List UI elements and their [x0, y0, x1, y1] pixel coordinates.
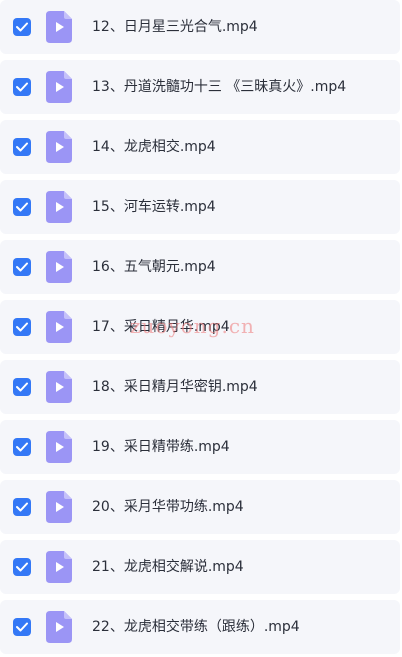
- file-row[interactable]: 19、采日精带练.mp4: [0, 420, 400, 474]
- file-name: 17、采日精月华.mp4: [92, 319, 230, 335]
- file-list: 12、日月星三光合气.mp4 13、丹道洗髓功十三 《三昧真火》.mp4 14、…: [0, 0, 402, 657]
- file-row[interactable]: 17、采日精月华.mp4: [0, 300, 400, 354]
- file-name: 21、龙虎相交解说.mp4: [92, 559, 244, 575]
- check-icon: [16, 262, 28, 272]
- video-file-icon: [46, 191, 72, 223]
- check-icon: [16, 142, 28, 152]
- video-file-icon: [46, 11, 72, 43]
- file-name: 13、丹道洗髓功十三 《三昧真火》.mp4: [92, 79, 347, 95]
- check-icon: [16, 322, 28, 332]
- file-name: 20、采月华带功练.mp4: [92, 499, 244, 515]
- row-checkbox[interactable]: [13, 78, 31, 96]
- file-name: 22、龙虎相交带练（跟练）.mp4: [92, 619, 300, 635]
- file-row[interactable]: 18、采日精月华密钥.mp4: [0, 360, 400, 414]
- file-row[interactable]: 14、龙虎相交.mp4: [0, 120, 400, 174]
- file-name: 19、采日精带练.mp4: [92, 439, 230, 455]
- check-icon: [16, 622, 28, 632]
- file-name: 16、五气朝元.mp4: [92, 259, 216, 275]
- video-file-icon: [46, 371, 72, 403]
- file-name: 14、龙虎相交.mp4: [92, 139, 216, 155]
- file-row[interactable]: 13、丹道洗髓功十三 《三昧真火》.mp4: [0, 60, 400, 114]
- file-name: 15、河车运转.mp4: [92, 199, 216, 215]
- video-file-icon: [46, 251, 72, 283]
- video-file-icon: [46, 611, 72, 643]
- file-row[interactable]: 21、龙虎相交解说.mp4: [0, 540, 400, 594]
- row-checkbox[interactable]: [13, 498, 31, 516]
- file-row[interactable]: 12、日月星三光合气.mp4: [0, 0, 400, 54]
- video-file-icon: [46, 131, 72, 163]
- check-icon: [16, 22, 28, 32]
- video-file-icon: [46, 491, 72, 523]
- file-row[interactable]: 22、龙虎相交带练（跟练）.mp4: [0, 600, 400, 654]
- row-checkbox[interactable]: [13, 18, 31, 36]
- row-checkbox[interactable]: [13, 378, 31, 396]
- file-row[interactable]: 20、采月华带功练.mp4: [0, 480, 400, 534]
- row-checkbox[interactable]: [13, 318, 31, 336]
- check-icon: [16, 442, 28, 452]
- check-icon: [16, 502, 28, 512]
- video-file-icon: [46, 311, 72, 343]
- row-checkbox[interactable]: [13, 618, 31, 636]
- video-file-icon: [46, 551, 72, 583]
- row-checkbox[interactable]: [13, 558, 31, 576]
- file-name: 18、采日精月华密钥.mp4: [92, 379, 258, 395]
- video-file-icon: [46, 71, 72, 103]
- row-checkbox[interactable]: [13, 138, 31, 156]
- file-row[interactable]: 15、河车运转.mp4: [0, 180, 400, 234]
- row-checkbox[interactable]: [13, 258, 31, 276]
- file-row[interactable]: 16、五气朝元.mp4: [0, 240, 400, 294]
- check-icon: [16, 382, 28, 392]
- row-checkbox[interactable]: [13, 198, 31, 216]
- check-icon: [16, 82, 28, 92]
- file-name: 12、日月星三光合气.mp4: [92, 19, 258, 35]
- check-icon: [16, 562, 28, 572]
- video-file-icon: [46, 431, 72, 463]
- row-checkbox[interactable]: [13, 438, 31, 456]
- check-icon: [16, 202, 28, 212]
